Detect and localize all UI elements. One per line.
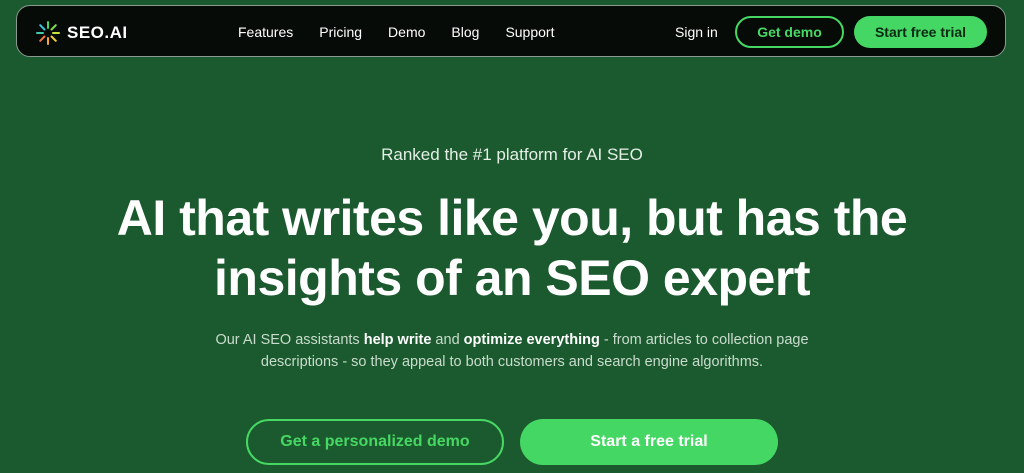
description-text-1: Our AI SEO assistants bbox=[215, 332, 364, 348]
page: SEO.AI Features Pricing Demo Blog Suppor… bbox=[0, 0, 1024, 473]
personalized-demo-button[interactable]: Get a personalized demo bbox=[246, 419, 504, 465]
get-demo-button[interactable]: Get demo bbox=[735, 16, 844, 48]
logo-text: SEO.AI bbox=[67, 23, 128, 42]
description-bold-1: help write bbox=[363, 332, 432, 348]
hero-description: Our AI SEO assistants help write and opt… bbox=[0, 329, 1024, 373]
description-line-1: Our AI SEO assistants help write and opt… bbox=[0, 329, 1024, 351]
description-text-2: and bbox=[431, 332, 464, 348]
hero-eyebrow: Ranked the #1 platform for AI SEO bbox=[381, 145, 643, 164]
start-free-trial-hero-button[interactable]: Start a free trial bbox=[520, 419, 778, 465]
nav-links: Features Pricing Demo Blog Support bbox=[238, 6, 580, 58]
nav-link-support[interactable]: Support bbox=[505, 24, 554, 40]
description-text-3: - from articles to collection page bbox=[599, 332, 809, 348]
cta-row: Get a personalized demo Start a free tri… bbox=[0, 419, 1024, 465]
nav-link-features[interactable]: Features bbox=[238, 24, 293, 40]
nav-link-demo[interactable]: Demo bbox=[388, 24, 425, 40]
logo[interactable]: SEO.AI bbox=[35, 20, 128, 46]
nav-link-pricing[interactable]: Pricing bbox=[319, 24, 362, 40]
description-bold-2: optimize everything bbox=[463, 332, 600, 348]
headline-line-2: insights of an SEO expert bbox=[214, 250, 810, 306]
nav-link-blog[interactable]: Blog bbox=[451, 24, 479, 40]
sunburst-logo-icon bbox=[36, 21, 60, 45]
navbar: SEO.AI Features Pricing Demo Blog Suppor… bbox=[16, 5, 1006, 57]
sign-in-link[interactable]: Sign in bbox=[675, 6, 718, 58]
hero-headline: AI that writes like you, but has the ins… bbox=[0, 188, 1024, 308]
headline-line-1: AI that writes like you, but has the bbox=[116, 190, 908, 246]
description-line-2: descriptions - so they appeal to both cu… bbox=[260, 354, 764, 370]
start-free-trial-button[interactable]: Start free trial bbox=[854, 16, 987, 48]
